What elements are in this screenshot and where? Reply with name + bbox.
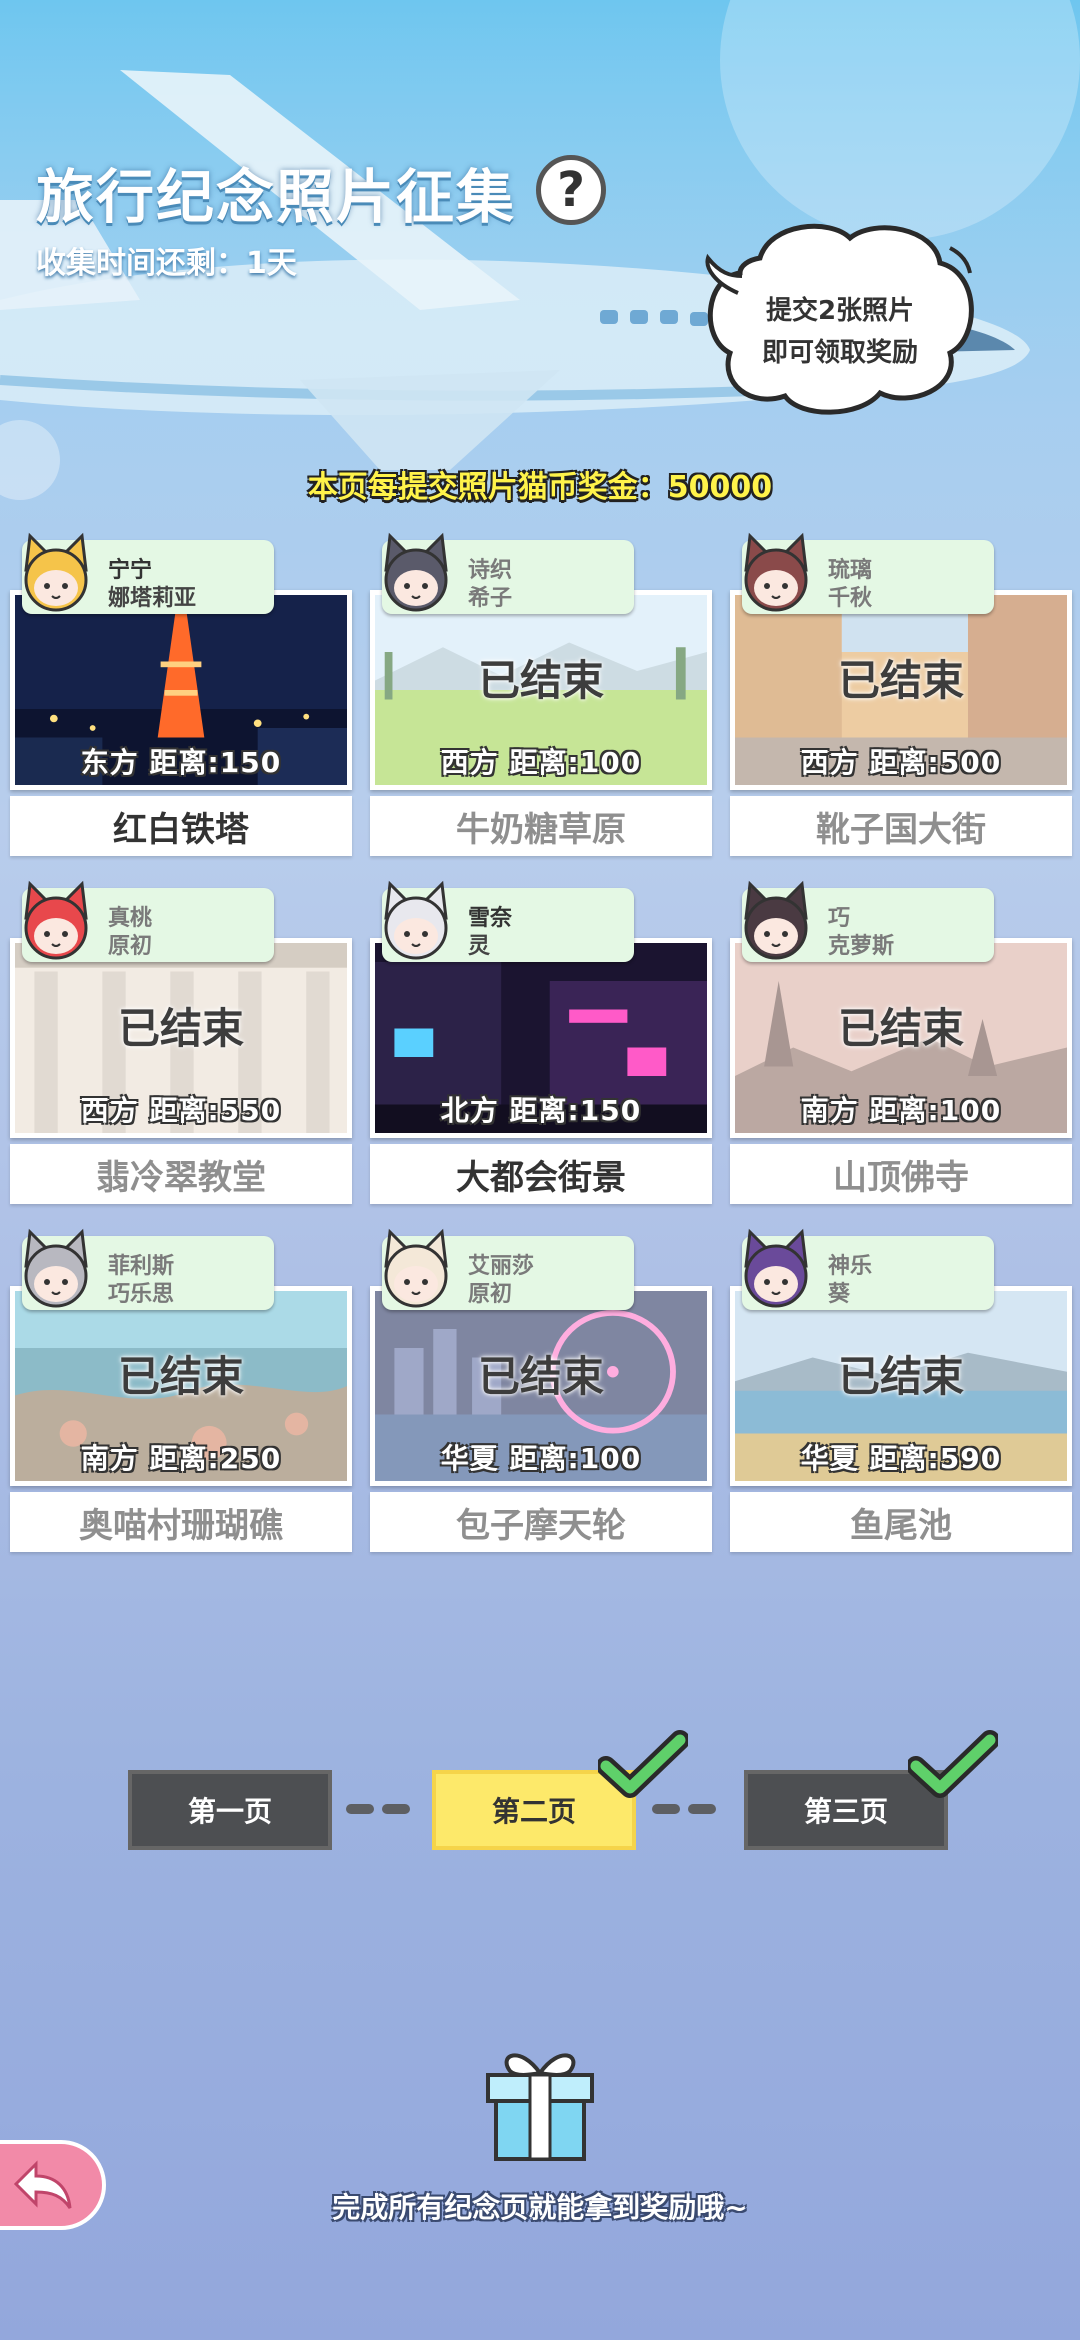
place-name: 大都会街景 — [370, 1144, 712, 1204]
place-name: 牛奶糖草原 — [370, 796, 712, 856]
spot-photo: 已结束华夏 距离:100 — [370, 1286, 712, 1486]
place-name: 鱼尾池 — [730, 1492, 1072, 1552]
character-owner: 希子 — [468, 586, 513, 611]
ended-label: 已结束 — [837, 1004, 964, 1053]
distance-label: 东方 距离:150 — [80, 746, 282, 779]
back-arrow-icon — [13, 2160, 72, 2209]
character-owner: 原初 — [108, 934, 153, 959]
back-button[interactable] — [0, 2140, 106, 2230]
spot-card[interactable]: 北方 距离:150 雪奈灵大都会街景 — [370, 880, 712, 1206]
cat-avatar-icon — [24, 1228, 88, 1308]
character-owner: 葵 — [828, 1282, 851, 1307]
place-name: 奥喵村珊瑚礁 — [10, 1492, 352, 1552]
cat-avatar-icon — [384, 880, 448, 960]
spot-photo: 已结束南方 距离:250 — [10, 1286, 352, 1486]
distance-label: 西方 距离:500 — [800, 746, 1002, 779]
spot-card[interactable]: 已结束 华夏 距离:590 神乐葵鱼尾池 — [730, 1228, 1072, 1554]
spot-card[interactable]: 已结束 西方 距离:500 琉璃 千秋 靴子国大街 — [730, 532, 1072, 858]
bubble-line-1: 提交2张照片 — [765, 296, 915, 326]
spot-card[interactable]: 东方 距离:150 宁宁 娜塔莉亚 红白铁塔 — [10, 532, 352, 858]
distance-label: 华夏 距离:100 — [440, 1442, 642, 1475]
spot-card[interactable]: 已结束 西方 距离:550 真桃 原初 翡冷翠教堂 — [10, 880, 352, 1206]
place-name: 山顶佛寺 — [730, 1144, 1072, 1204]
cat-avatar-icon — [744, 1228, 808, 1308]
character-owner: 克萝斯 — [828, 934, 895, 959]
spot-card[interactable]: 已结束 南方 距离:250 菲利斯 巧乐思 奥喵村珊瑚礁 — [10, 1228, 352, 1554]
spot-photo: 北方 距离:150 — [370, 938, 712, 1138]
cat-avatar-icon — [24, 532, 88, 612]
spot-photo: 东方 距离:150 — [10, 590, 352, 790]
place-name: 翡冷翠教堂 — [10, 1144, 352, 1204]
distance-label: 西方 距离:550 — [80, 1094, 282, 1127]
ended-label: 已结束 — [117, 1004, 244, 1053]
page-divider — [688, 1804, 716, 1814]
spot-card[interactable]: 已结束 华夏 距离:100 艾丽莎 原初 包子摩天轮 — [370, 1228, 712, 1554]
character-owner: 巧乐思 — [108, 1282, 175, 1307]
place-name: 红白铁塔 — [10, 796, 352, 856]
checkmark-icon — [598, 1730, 688, 1798]
page-divider — [346, 1804, 374, 1814]
gift-icon[interactable] — [480, 2045, 600, 2165]
character-owner: 娜塔莉亚 — [108, 586, 197, 611]
cat-avatar-icon — [24, 880, 88, 960]
page-divider — [382, 1804, 410, 1814]
character-owner: 千秋 — [828, 586, 873, 611]
character-owner: 原初 — [468, 1282, 513, 1307]
distance-label: 华夏 距离:590 — [800, 1442, 1002, 1475]
spot-card[interactable]: 已结束 西方 距离:100 诗织 希子 牛奶糖草原 — [370, 532, 712, 858]
ended-label: 已结束 — [837, 1352, 964, 1401]
distance-label: 西方 距离:100 — [440, 746, 642, 779]
ended-label: 已结束 — [477, 656, 604, 705]
distance-label: 北方 距离:150 — [440, 1094, 642, 1127]
page-divider — [652, 1804, 680, 1814]
place-name: 包子摩天轮 — [370, 1492, 712, 1552]
ended-label: 已结束 — [117, 1352, 244, 1401]
page-1-button[interactable]: 第一页 — [128, 1770, 332, 1850]
bubble-text: 提交2张照片 即可领取奖励 — [720, 290, 960, 374]
character-owner: 灵 — [468, 934, 491, 959]
distance-label: 南方 距离:100 — [800, 1094, 1002, 1127]
cat-avatar-icon — [744, 532, 808, 612]
ended-label: 已结束 — [837, 656, 964, 705]
bubble-line-2: 即可领取奖励 — [761, 338, 918, 368]
cat-avatar-icon — [384, 532, 448, 612]
spot-photo: 已结束西方 距离:500 — [730, 590, 1072, 790]
cat-avatar-icon — [744, 880, 808, 960]
ended-label: 已结束 — [477, 1352, 604, 1401]
page-title: 旅行纪念照片征集 — [36, 163, 517, 231]
spot-photo: 已结束华夏 距离:590 — [730, 1286, 1072, 1486]
place-name: 靴子国大街 — [730, 796, 1072, 856]
spot-photo: 已结束西方 距离:550 — [10, 938, 352, 1138]
reward-hint: 完成所有纪念页就能拿到奖励哦~ — [332, 2191, 748, 2224]
bonus-banner: 本页每提交照片猫币奖金：50000 — [307, 470, 773, 505]
question-icon[interactable]: ? — [536, 155, 606, 225]
time-remaining: 收集时间还剩：1天 — [36, 246, 297, 281]
checkmark-icon — [908, 1730, 998, 1798]
spot-photo: 已结束西方 距离:100 — [370, 590, 712, 790]
spot-photo: 已结束南方 距离:100 — [730, 938, 1072, 1138]
cat-avatar-icon — [384, 1228, 448, 1308]
distance-label: 南方 距离:250 — [80, 1442, 282, 1475]
spot-card[interactable]: 已结束 南方 距离:100 巧克萝斯 山顶佛寺 — [730, 880, 1072, 1206]
